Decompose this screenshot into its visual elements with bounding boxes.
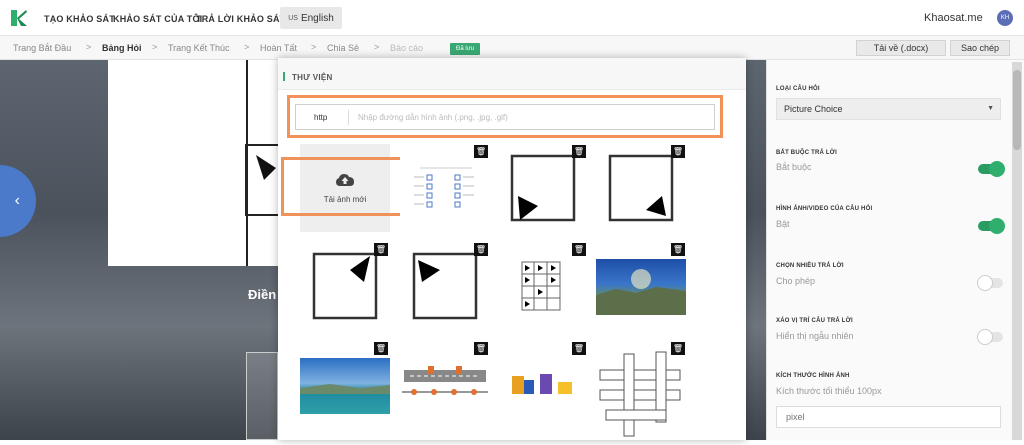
multi-answer-label: CHỌN NHIỀU TRẢ LỜI	[776, 263, 844, 269]
trash-icon[interactable]: 🗑	[572, 243, 586, 256]
trash-icon[interactable]: 🗑	[474, 243, 488, 256]
crumb-start-page[interactable]: Trang Bắt Đầu	[13, 43, 71, 53]
required-toggle[interactable]	[978, 161, 1005, 177]
download-docx-button[interactable]: Tải về (.docx)	[856, 40, 946, 56]
question-image-panel	[108, 60, 284, 266]
crumb-share[interactable]: Chia Sẻ	[327, 43, 359, 53]
crumb-separator: >	[152, 42, 158, 52]
modal-header: THƯ VIỆN	[278, 58, 746, 90]
trash-icon[interactable]: 🗑	[671, 145, 685, 158]
question-puzzle-image	[245, 60, 284, 266]
upload-highlight-box	[281, 157, 409, 216]
image-size-label: KÍCH THƯỚC HÌNH ẢNH	[776, 373, 850, 379]
user-avatar[interactable]: KH	[997, 10, 1013, 26]
media-label: HÌNH ẢNH/VIDEO CỦA CÂU HỎI	[776, 206, 873, 212]
modal-title: THƯ VIỆN	[292, 73, 333, 82]
crumb-end-page[interactable]: Trang Kết Thúc	[168, 43, 230, 53]
shuffle-value: Hiển thị ngẫu nhiên	[776, 331, 854, 341]
crumb-complete[interactable]: Hoàn Tất	[260, 43, 297, 53]
image-size-input[interactable]	[776, 406, 1001, 428]
nav-create-survey[interactable]: TẠO KHẢO SÁT	[44, 14, 115, 24]
media-value: Bật	[776, 219, 790, 229]
shuffle-toggle[interactable]	[977, 329, 1003, 345]
media-toggle[interactable]	[978, 218, 1005, 234]
crumb-separator: >	[244, 42, 250, 52]
crumb-report[interactable]: Báo cáo	[390, 43, 423, 53]
library-image-diagram[interactable]	[400, 362, 490, 406]
top-navbar: TẠO KHẢO SÁT KHẢO SÁT CỦA TÔI TRẢ LỜI KH…	[0, 0, 1024, 36]
trash-icon[interactable]: 🗑	[474, 145, 488, 158]
crumb-separator: >	[86, 42, 92, 52]
trash-icon[interactable]: 🗑	[474, 342, 488, 355]
question-type-select[interactable]: Picture Choice ▼	[776, 98, 1001, 120]
trash-icon[interactable]: 🗑	[374, 243, 388, 256]
us-flag-icon: US	[288, 14, 298, 22]
library-image-beach[interactable]	[300, 358, 390, 414]
url-highlight-box	[287, 95, 723, 138]
required-label: BẮT BUỘC TRẢ LỜI	[776, 150, 837, 156]
caret-down-icon: ▼	[987, 105, 994, 112]
copy-button[interactable]: Sao chép	[950, 40, 1010, 56]
trash-icon[interactable]: 🗑	[671, 342, 685, 355]
multi-answer-value: Cho phép	[776, 276, 816, 286]
library-image-crossword[interactable]	[596, 350, 686, 440]
library-image-cubes[interactable]	[498, 366, 588, 400]
chevron-left-icon: ‹	[14, 192, 20, 209]
khaosat-logo-icon[interactable]	[9, 8, 29, 28]
saved-badge: Đã lưu	[450, 43, 481, 55]
previous-question-button[interactable]: ‹	[0, 165, 36, 237]
library-image-grid-puzzle[interactable]	[498, 258, 588, 314]
question-type-label: LOẠI CÂU HỎI	[776, 86, 820, 92]
trash-icon[interactable]: 🗑	[572, 342, 586, 355]
trash-icon[interactable]: 🗑	[374, 342, 388, 355]
nav-answer-survey[interactable]: TRẢ LỜI KHẢO SÁT	[196, 14, 285, 24]
trash-icon[interactable]: 🗑	[572, 145, 586, 158]
nav-my-surveys[interactable]: KHẢO SÁT CỦA TÔI	[113, 14, 202, 24]
trash-icon[interactable]: 🗑	[671, 243, 685, 256]
crumb-questionnaire[interactable]: Bảng Hỏi	[102, 43, 142, 53]
multi-answer-toggle[interactable]	[977, 275, 1003, 291]
settings-scroll-thumb[interactable]	[1013, 70, 1021, 150]
crumb-separator: >	[374, 42, 380, 52]
library-image-landscape[interactable]	[596, 259, 686, 315]
header-accent-bar	[283, 72, 285, 81]
shuffle-label: XÁO VỊ TRÍ CÂU TRẢ LỜI	[776, 318, 853, 324]
language-switcher[interactable]: US English	[280, 7, 342, 29]
answer-box[interactable]	[246, 352, 278, 440]
required-value: Bắt buộc	[776, 162, 812, 172]
language-label: English	[300, 12, 334, 24]
question-text: Điền	[248, 287, 277, 302]
crumb-separator: >	[311, 42, 317, 52]
question-type-value: Picture Choice	[784, 104, 843, 114]
image-size-value: Kích thước tối thiểu 100px	[776, 386, 882, 396]
brand-name[interactable]: Khaosat.me	[924, 12, 983, 24]
